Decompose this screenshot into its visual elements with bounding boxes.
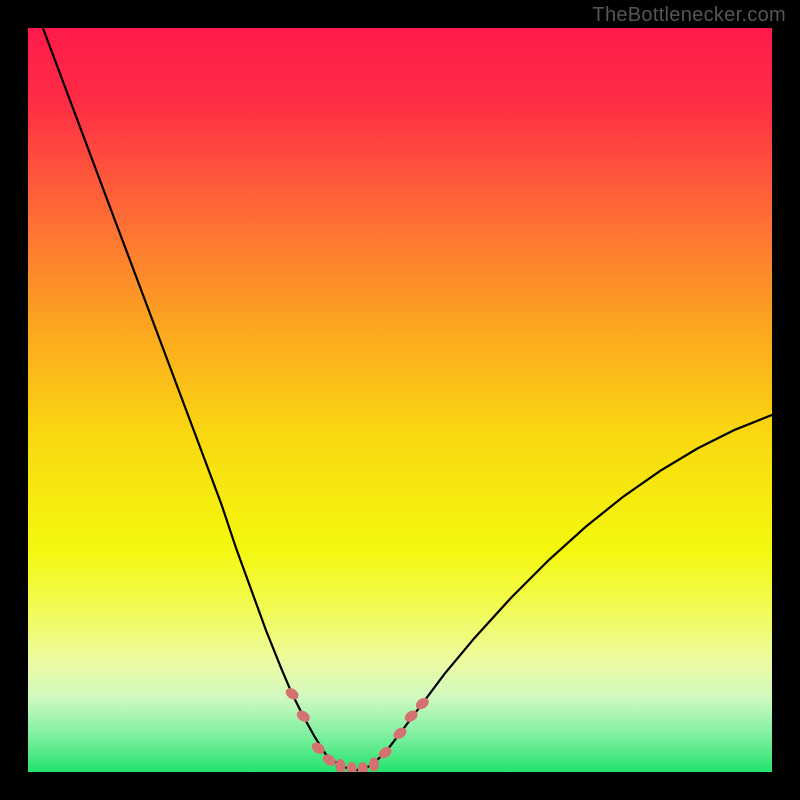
plot-area (28, 28, 772, 772)
watermark-text: TheBottlenecker.com (592, 4, 786, 27)
bottleneck-chart (28, 28, 772, 772)
data-point (369, 758, 379, 772)
chart-frame: TheBottlenecker.com (0, 0, 800, 800)
gradient-background (28, 28, 772, 772)
